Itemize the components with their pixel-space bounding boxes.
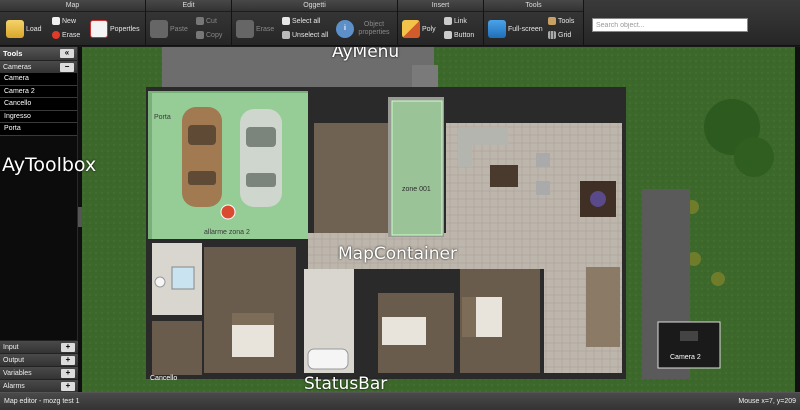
- map-label-alarm-zone: allarme zona 2: [204, 229, 250, 236]
- camera-list: Camera Camera 2 Cancello Ingresso Porta: [0, 73, 77, 136]
- load-button[interactable]: Load: [6, 20, 42, 38]
- ribbon-group-insert: Insert Poly Link Button: [398, 0, 484, 46]
- map-label-zone: zone 001: [402, 186, 431, 193]
- alarms-expand-button[interactable]: +: [61, 381, 75, 391]
- search-input[interactable]: [592, 18, 748, 32]
- grid-button[interactable]: Grid: [548, 31, 571, 39]
- link-icon: [444, 17, 452, 25]
- alarms-section-label: Alarms: [3, 382, 25, 390]
- ribbon-group-edit: Edit Paste Cut Copy: [146, 0, 232, 46]
- poly-button[interactable]: Poly: [402, 20, 436, 38]
- tool-panel: Tools « Cameras − Camera Camera 2 Cancel…: [0, 47, 78, 392]
- camera-list-item[interactable]: Camera: [0, 73, 77, 86]
- group-title-edit: Edit: [146, 0, 231, 12]
- cameras-section-label: Cameras: [3, 63, 32, 71]
- camera-list-item[interactable]: Porta: [0, 123, 77, 136]
- group-title-oggetti: Oggetti: [232, 0, 397, 12]
- properties-icon: [90, 20, 108, 38]
- folder-icon: [6, 20, 24, 38]
- input-expand-button[interactable]: +: [61, 342, 75, 352]
- cameras-section-header[interactable]: Cameras −: [0, 60, 77, 73]
- variables-section-label: Variables: [3, 369, 32, 377]
- map-container[interactable]: Porta allarme zona 2 zone 001 Camera 2 C…: [82, 47, 795, 392]
- group-title-map: Map: [0, 0, 145, 12]
- copy-icon: [196, 31, 204, 39]
- wrench-icon: [548, 17, 556, 25]
- button-icon: [444, 31, 452, 39]
- tools-header: Tools «: [0, 47, 77, 60]
- tools-title: Tools: [3, 49, 23, 58]
- clipboard-icon: [150, 20, 168, 38]
- camera-list-item[interactable]: Camera 2: [0, 85, 77, 98]
- ribbon-group-tools: Tools Full-screen Tools Grid: [484, 0, 584, 46]
- ribbon-group-map: Map Load New Erase Popertles: [0, 0, 146, 46]
- grid-icon: [548, 31, 556, 39]
- status-bar: Map editor - mozg test 1 Mouse x=7, y=20…: [0, 392, 800, 410]
- camera-list-item[interactable]: Ingresso: [0, 110, 77, 123]
- cameras-toggle-button[interactable]: −: [60, 62, 74, 72]
- erase-map-button[interactable]: Erase: [52, 31, 80, 39]
- object-properties-button[interactable]: i Object properties: [336, 20, 392, 38]
- new-document-icon: [52, 17, 60, 25]
- input-section-label: Input: [3, 343, 19, 351]
- fullscreen-icon: [488, 20, 506, 38]
- copy-button[interactable]: Copy: [196, 31, 222, 39]
- unselect-all-icon: [282, 31, 290, 39]
- info-icon: i: [336, 20, 354, 38]
- collapse-panel-button[interactable]: «: [60, 49, 74, 58]
- map-label-camera2: Camera 2: [670, 354, 701, 361]
- search-box: [592, 18, 748, 32]
- erase-object-button[interactable]: Erase: [236, 20, 274, 38]
- select-all-button[interactable]: Select all: [282, 17, 320, 25]
- group-title-tools: Tools: [484, 0, 583, 12]
- group-title-insert: Insert: [398, 0, 483, 12]
- toolbox-bottom-sections: Input + Output + Variables + Alarms +: [0, 340, 78, 392]
- tools-button[interactable]: Tools: [548, 17, 574, 25]
- map-label-porta: Porta: [154, 114, 171, 121]
- output-expand-button[interactable]: +: [61, 355, 75, 365]
- properties-button[interactable]: Popertles: [90, 20, 140, 38]
- erase-icon: [52, 31, 60, 39]
- output-section-header[interactable]: Output +: [0, 353, 78, 366]
- select-all-icon: [282, 17, 290, 25]
- input-section-header[interactable]: Input +: [0, 340, 78, 353]
- link-button[interactable]: Link: [444, 17, 467, 25]
- variables-expand-button[interactable]: +: [61, 368, 75, 378]
- scissors-icon: [196, 17, 204, 25]
- ribbon-toolbar: Map Load New Erase Popertles Edit Paste …: [0, 0, 800, 46]
- vertical-scrollbar[interactable]: [795, 47, 800, 392]
- status-text: Map editor - mozg test 1: [4, 398, 80, 405]
- alarms-section-header[interactable]: Alarms +: [0, 379, 78, 392]
- insert-button-button[interactable]: Button: [444, 31, 474, 39]
- paste-button[interactable]: Paste: [150, 20, 188, 38]
- variables-section-header[interactable]: Variables +: [0, 366, 78, 379]
- output-section-label: Output: [3, 356, 25, 364]
- trash-icon: [236, 20, 254, 38]
- pencil-icon: [402, 20, 420, 38]
- mouse-coordinates: Mouse x=7, y=209: [738, 398, 796, 405]
- unselect-all-button[interactable]: Unselect all: [282, 31, 328, 39]
- ribbon-group-oggetti: Oggetti Erase Select all Unselect all i …: [232, 0, 398, 46]
- fullscreen-button[interactable]: Full-screen: [488, 20, 543, 38]
- floor-plan-image: Porta allarme zona 2 zone 001 Camera 2 C…: [82, 47, 795, 392]
- map-label-cancello: Cancello: [150, 375, 177, 382]
- cut-button[interactable]: Cut: [196, 17, 217, 25]
- new-button[interactable]: New: [52, 17, 76, 25]
- camera-list-item[interactable]: Cancello: [0, 98, 77, 111]
